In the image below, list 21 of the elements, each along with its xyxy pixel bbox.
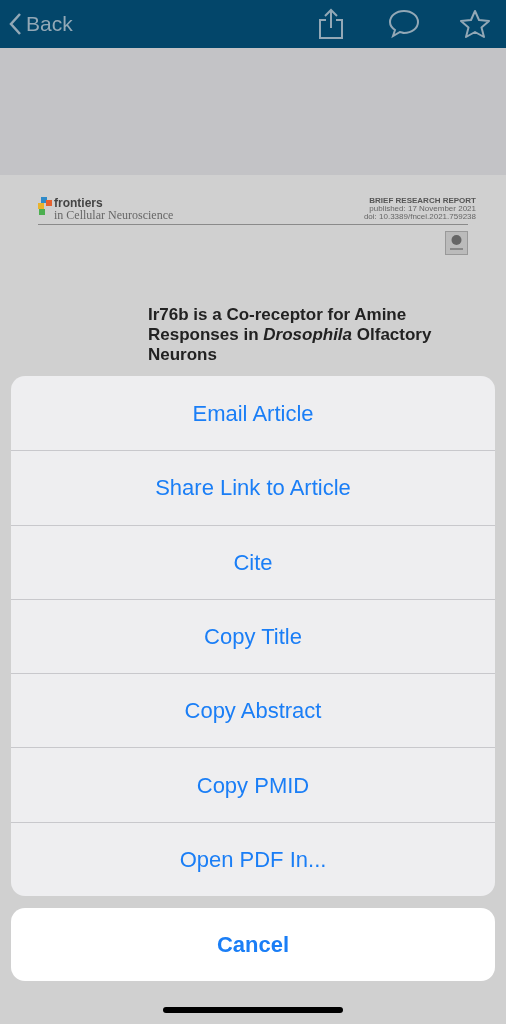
- action-item[interactable]: Open PDF In...: [11, 821, 495, 897]
- journal-name: frontiers: [54, 197, 104, 209]
- article-title: Ir76b is a Co-receptor for Amine Responses in Drosophila Olfactory Neurons: [148, 305, 433, 365]
- action-item[interactable]: Share Link to Article: [11, 450, 495, 525]
- doi-text: doi: 10.3389/fncel.2021.759238: [363, 213, 476, 221]
- journal-logo-icon: [38, 197, 52, 215]
- action-item[interactable]: Email Article: [11, 376, 495, 451]
- back-button[interactable]: Back: [8, 8, 73, 40]
- chevron-left-icon: [8, 12, 22, 36]
- comment-icon[interactable]: [388, 9, 420, 39]
- cancel-button[interactable]: Cancel: [11, 908, 495, 982]
- journal-subtitle: in Cellular Neuroscience: [54, 209, 174, 221]
- action-item[interactable]: Copy PMID: [11, 747, 495, 822]
- action-item[interactable]: Copy Abstract: [11, 673, 495, 748]
- star-icon[interactable]: [460, 9, 490, 39]
- action-item[interactable]: Cite: [11, 524, 495, 599]
- check-for-updates-icon: [445, 231, 468, 255]
- published-date: published: 17 November 2021: [369, 205, 476, 213]
- report-type: BRIEF RESEARCH REPORT: [369, 197, 476, 205]
- share-icon[interactable]: [318, 8, 344, 40]
- action-item[interactable]: Copy Title: [11, 598, 495, 674]
